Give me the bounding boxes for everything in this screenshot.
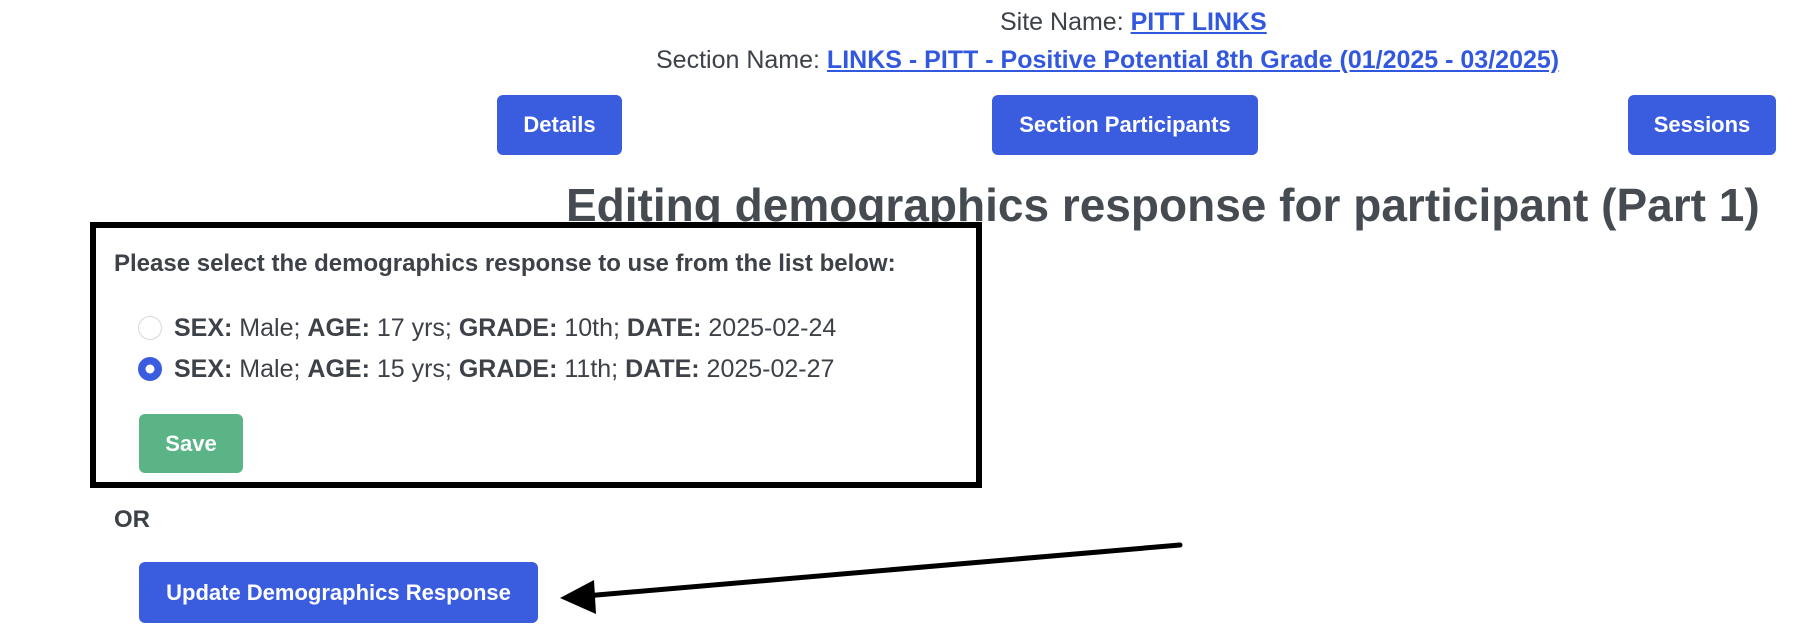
site-name-link[interactable]: PITT LINKS xyxy=(1131,8,1267,36)
site-name-label: Site Name: xyxy=(1000,8,1124,36)
sessions-button[interactable]: Sessions xyxy=(1628,95,1776,155)
site-name-line: Site Name: PITT LINKS xyxy=(1000,8,1267,37)
details-button[interactable]: Details xyxy=(497,95,622,155)
option-text: SEX: Male; AGE: 15 yrs; GRADE: 11th; DAT… xyxy=(174,354,835,383)
section-name-label: Section Name: xyxy=(656,46,820,74)
section-name-link[interactable]: LINKS - PITT - Positive Potential 8th Gr… xyxy=(827,46,1559,74)
section-participants-button[interactable]: Section Participants xyxy=(992,95,1258,155)
selection-prompt: Please select the demographics response … xyxy=(114,250,896,277)
or-separator: OR xyxy=(114,506,150,533)
demographics-option-1[interactable]: SEX: Male; AGE: 17 yrs; GRADE: 10th; DAT… xyxy=(138,313,836,343)
radio-selected[interactable] xyxy=(138,357,162,381)
save-button[interactable]: Save xyxy=(139,414,243,473)
radio-unselected[interactable] xyxy=(138,316,162,340)
demographics-option-2[interactable]: SEX: Male; AGE: 15 yrs; GRADE: 11th; DAT… xyxy=(138,354,834,384)
update-demographics-button[interactable]: Update Demographics Response xyxy=(139,562,538,623)
section-name-line: Section Name: LINKS - PITT - Positive Po… xyxy=(656,46,1559,75)
option-text: SEX: Male; AGE: 17 yrs; GRADE: 10th; DAT… xyxy=(174,313,837,342)
